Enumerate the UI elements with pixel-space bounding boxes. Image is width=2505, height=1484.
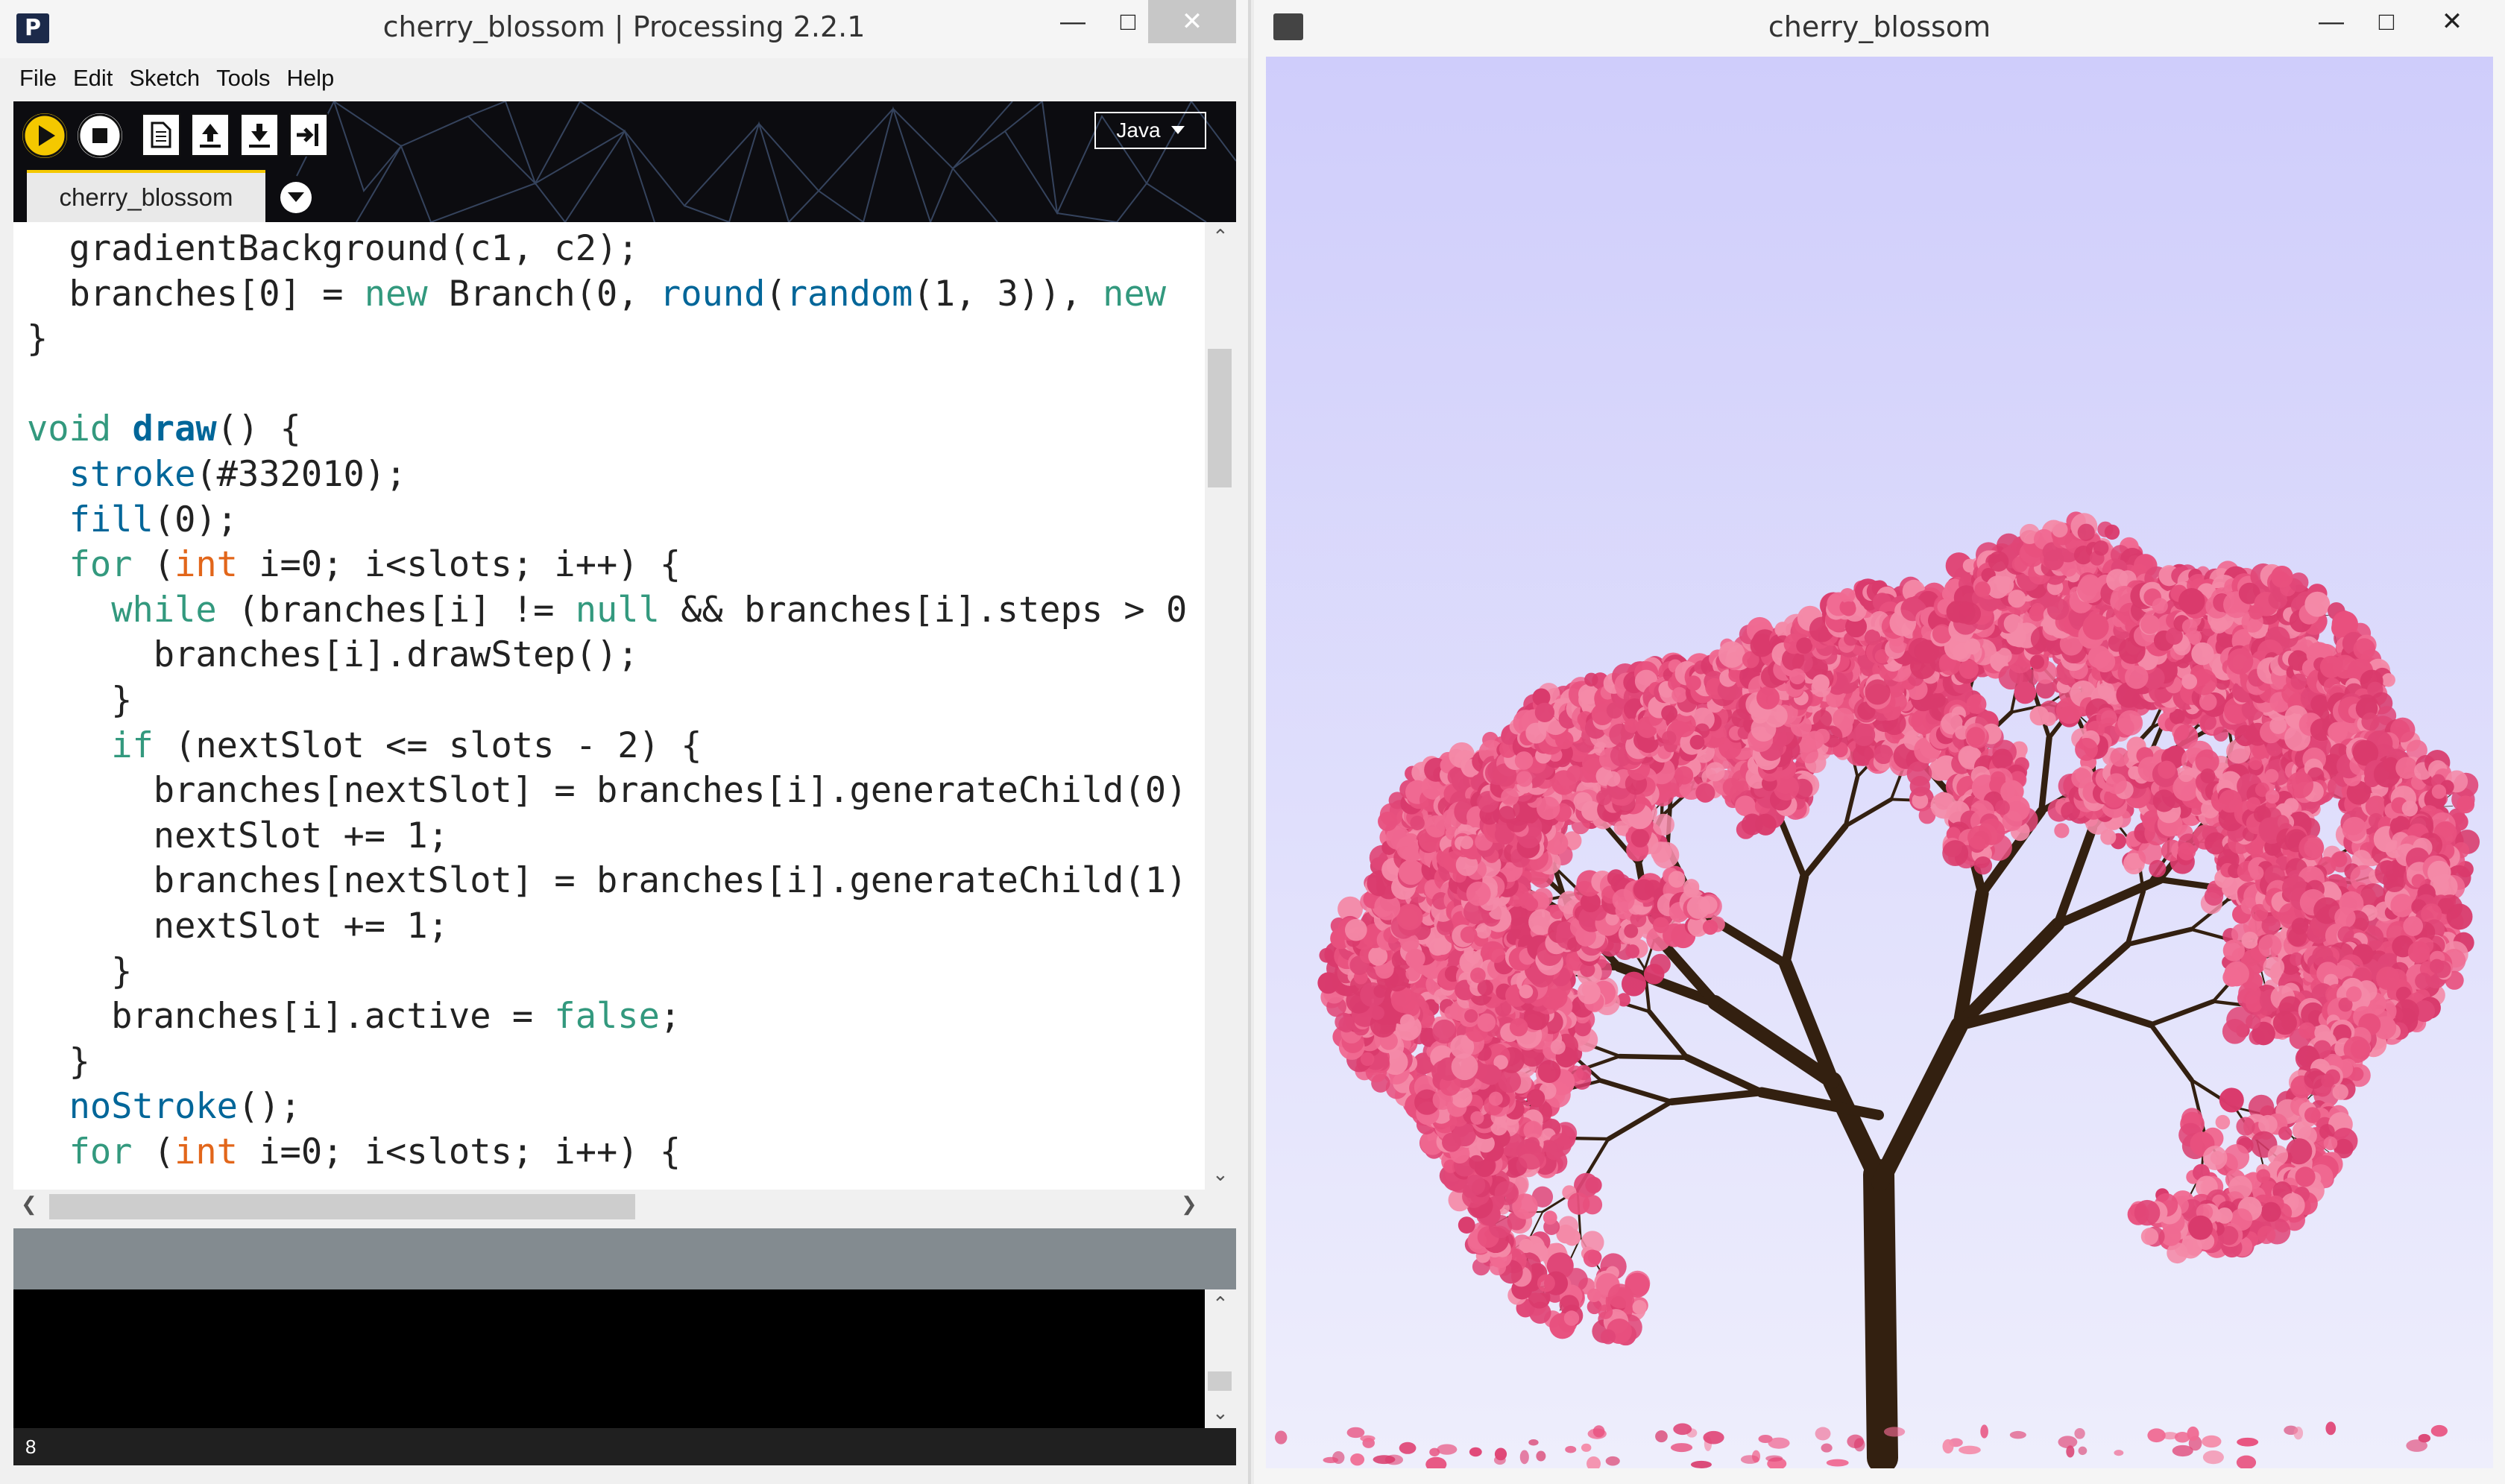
mode-label: Java xyxy=(1116,119,1161,142)
menu-edit[interactable]: Edit xyxy=(73,65,113,92)
code-line[interactable]: } xyxy=(27,680,132,721)
line-number-status: 8 xyxy=(13,1428,1236,1465)
close-icon[interactable]: ✕ xyxy=(2411,0,2493,43)
scroll-thumb[interactable] xyxy=(49,1194,635,1219)
blossom-petal xyxy=(1398,859,1424,885)
stop-button[interactable] xyxy=(78,113,122,158)
blossom-petal xyxy=(1410,815,1425,830)
code-line[interactable]: branches[nextSlot] = branches[i].generat… xyxy=(27,770,1188,811)
code-line[interactable]: for (int i=0; i<slots; i++) { xyxy=(27,544,681,585)
save-icon xyxy=(249,124,270,148)
code-line[interactable]: if (nextSlot <= slots - 2) { xyxy=(27,725,702,766)
export-icon xyxy=(297,124,318,146)
code-line[interactable]: stroke(#332010); xyxy=(27,454,407,495)
scroll-down-icon[interactable]: ⌄ xyxy=(1212,1401,1229,1424)
tab-cherry-blossom[interactable]: cherry_blossom xyxy=(27,170,265,222)
blossom-petal xyxy=(1735,795,1756,816)
ide-titlebar: P cherry_blossom | Processing 2.2.1 — □ … xyxy=(0,0,1248,58)
blossom-petal xyxy=(1360,1052,1375,1067)
branch xyxy=(1863,1159,1898,1468)
blossom-petal xyxy=(1399,840,1420,860)
menu-bar: File Edit Sketch Tools Help xyxy=(0,60,1248,97)
open-icon xyxy=(200,124,221,148)
code-line[interactable]: while (branches[i] != null && branches[i… xyxy=(27,590,1187,631)
code-line[interactable]: nextSlot += 1; xyxy=(27,815,449,856)
save-button[interactable] xyxy=(240,113,279,157)
code-editor[interactable]: gradientBackground(c1, c2); branches[0] … xyxy=(13,222,1205,1190)
blossom-petal xyxy=(1344,918,1367,941)
console-scrollbar[interactable]: ⌃ ⌄ xyxy=(1205,1289,1235,1428)
blossom-petal xyxy=(1741,813,1763,836)
sketch-canvas xyxy=(1266,57,2493,1468)
blossom-petal xyxy=(1396,903,1423,930)
console[interactable] xyxy=(13,1289,1205,1428)
code-line[interactable]: } xyxy=(27,951,132,992)
code-line[interactable]: branches[i].active = false; xyxy=(27,996,681,1037)
editor-horizontal-scrollbar[interactable]: ❮ ❯ xyxy=(13,1190,1205,1224)
code-line[interactable]: noStroke(); xyxy=(27,1086,301,1127)
code-line[interactable]: branches[nextSlot] = branches[i].generat… xyxy=(27,860,1188,901)
close-icon[interactable]: ✕ xyxy=(1148,0,1236,43)
code-line[interactable]: branches[i].drawStep(); xyxy=(27,634,639,675)
blossom-petal xyxy=(1399,1014,1415,1029)
new-button[interactable] xyxy=(142,113,180,157)
menu-file[interactable]: File xyxy=(19,65,57,92)
mode-selector[interactable]: Java xyxy=(1094,112,1206,149)
scroll-down-icon[interactable]: ⌄ xyxy=(1212,1163,1229,1186)
menu-tools[interactable]: Tools xyxy=(216,65,270,92)
ide-window: P cherry_blossom | Processing 2.2.1 — □ … xyxy=(0,0,1251,1484)
scroll-thumb[interactable] xyxy=(1208,1371,1232,1391)
code-line[interactable]: for (int i=0; i<slots; i++) { xyxy=(27,1131,681,1172)
scroll-right-icon[interactable]: ❯ xyxy=(1181,1193,1197,1216)
stop-icon xyxy=(78,113,122,158)
code-line[interactable]: branches[0] = new Branch(0, round(random… xyxy=(27,274,1166,315)
editor-vertical-scrollbar[interactable]: ⌃ ⌄ xyxy=(1205,222,1235,1190)
scroll-up-icon[interactable]: ⌃ xyxy=(1212,225,1229,248)
chevron-down-icon xyxy=(288,192,304,202)
code-line[interactable]: fill(0); xyxy=(27,499,238,540)
play-icon xyxy=(22,113,67,158)
branch xyxy=(1617,1053,1689,1061)
code-line[interactable]: gradientBackground(c1, c2); xyxy=(27,228,639,269)
blossom-petal xyxy=(1378,811,1398,832)
run-button[interactable] xyxy=(22,113,67,158)
menu-sketch[interactable]: Sketch xyxy=(129,65,200,92)
tab-menu-button[interactable] xyxy=(280,182,312,213)
code-line[interactable]: nextSlot += 1; xyxy=(27,906,449,947)
scroll-up-icon[interactable]: ⌃ xyxy=(1212,1292,1229,1316)
scroll-thumb[interactable] xyxy=(1208,349,1232,487)
chevron-down-icon xyxy=(1170,126,1185,134)
menu-help[interactable]: Help xyxy=(287,65,335,92)
open-button[interactable] xyxy=(191,113,230,157)
new-file-icon xyxy=(151,121,171,148)
export-button[interactable] xyxy=(289,113,328,157)
sketch-window: cherry_blossom — □ ✕ xyxy=(1254,0,2505,1484)
toolbar: Java cherry_blossom xyxy=(13,101,1236,222)
maximize-icon[interactable]: □ xyxy=(2353,0,2420,43)
blossom-petal xyxy=(1370,1005,1384,1020)
code-line[interactable]: void draw() { xyxy=(27,408,301,449)
code-text[interactable]: gradientBackground(c1, c2); branches[0] … xyxy=(27,227,1187,1175)
code-line[interactable]: } xyxy=(27,1041,90,1082)
scroll-left-icon[interactable]: ❮ xyxy=(21,1193,37,1216)
message-area xyxy=(13,1228,1236,1289)
code-line[interactable]: } xyxy=(27,318,48,359)
